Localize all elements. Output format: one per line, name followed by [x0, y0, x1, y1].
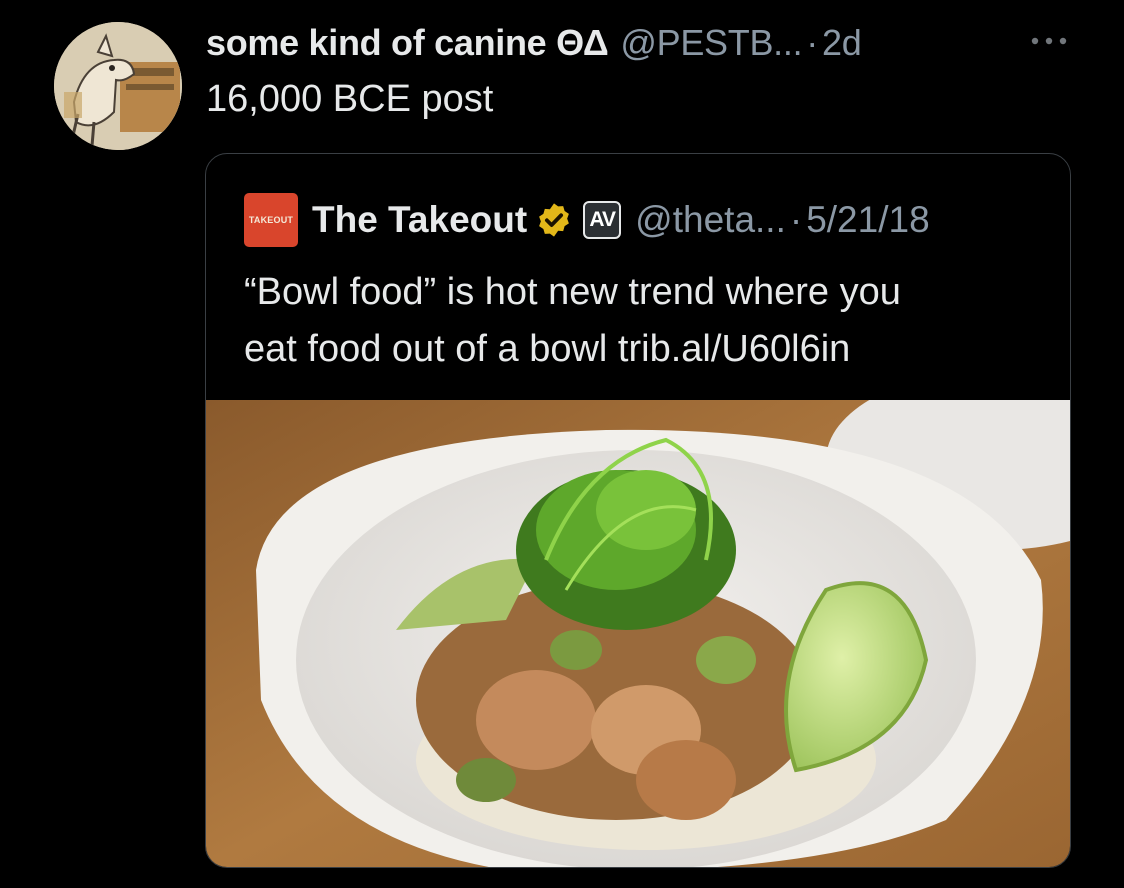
post-timestamp[interactable]: 2d: [822, 22, 862, 64]
quoted-post-header: TAKEOUT The Takeout AV @theta... · 5/21/…: [244, 192, 930, 248]
author-name[interactable]: some kind of canine ΘΔ: [206, 22, 609, 64]
quoted-post-image[interactable]: [206, 400, 1070, 867]
quoted-text-line-2: eat food out of a bowl trib.al/U60l6in: [244, 328, 851, 370]
quoted-post-date[interactable]: 5/21/18: [806, 199, 929, 241]
quoted-author-name[interactable]: The Takeout: [312, 199, 527, 241]
post-header: some kind of canine ΘΔ @PESTB... · 2d: [206, 20, 862, 66]
takeout-logo[interactable]: TAKEOUT: [244, 193, 298, 247]
quoted-author-handle[interactable]: @theta...: [635, 199, 786, 241]
verified-gold-badge-icon: [539, 203, 570, 237]
quoted-text-line-1: “Bowl food” is hot new trend where you: [244, 271, 901, 313]
more-horizontal-icon[interactable]: [1024, 26, 1074, 56]
affiliate-badge-text: AV: [589, 208, 616, 231]
post-text: 16,000 BCE post: [206, 78, 494, 120]
quoted-post-text: “Bowl food” is hot new trend where you e…: [244, 264, 1044, 378]
author-handle[interactable]: @PESTB...: [620, 22, 802, 64]
takeout-logo-text: TAKEOUT: [248, 215, 294, 225]
author-avatar[interactable]: [54, 22, 182, 150]
separator-dot: ·: [789, 199, 803, 240]
quoted-post-card[interactable]: TAKEOUT The Takeout AV @theta... · 5/21/…: [205, 153, 1071, 868]
affiliate-badge[interactable]: AV: [583, 201, 622, 239]
separator-dot: ·: [806, 22, 818, 63]
